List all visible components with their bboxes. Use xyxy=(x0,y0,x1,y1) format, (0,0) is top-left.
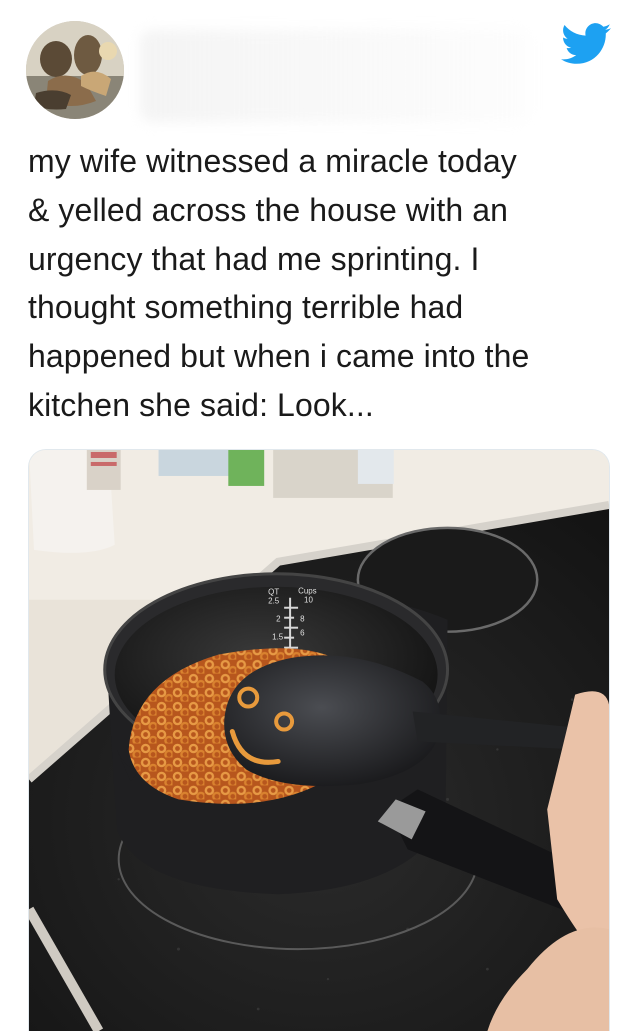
tweet-text-line: urgency that had me sprinting. I xyxy=(28,240,480,277)
cup-number: 10 xyxy=(304,596,313,605)
avatar-image xyxy=(26,21,124,119)
cup-number: 6 xyxy=(300,629,305,638)
cup-unit-cups: Cups xyxy=(298,587,317,596)
tweet-card: my wife witnessed a miracle today & yell… xyxy=(0,0,640,1031)
tweet-text-line: thought something terrible had xyxy=(28,289,464,326)
twitter-bird-icon[interactable] xyxy=(561,22,611,66)
tweet-text: my wife witnessed a miracle today & yell… xyxy=(28,137,628,430)
avatar[interactable] xyxy=(26,21,124,119)
tweet-text-line: happened but when i came into the xyxy=(28,338,530,375)
tweet-text-line: kitchen she said: Look... xyxy=(28,386,374,423)
cup-number: 2 xyxy=(276,615,281,624)
tweet-media-photo[interactable]: QT Cups 2.5 10 2 8 6 1.5 xyxy=(28,449,610,1031)
pot-photo: QT Cups 2.5 10 2 8 6 1.5 xyxy=(29,450,609,1031)
cup-number: 8 xyxy=(300,615,305,624)
tweet-text-line: & yelled across the house with an xyxy=(28,191,509,228)
blurred-user-info xyxy=(140,30,530,122)
tweet-text-line: my wife witnessed a miracle today xyxy=(28,143,517,179)
cup-number: 1.5 xyxy=(272,633,284,642)
cup-unit-qt: QT xyxy=(268,588,279,597)
cup-number: 2.5 xyxy=(268,597,280,606)
